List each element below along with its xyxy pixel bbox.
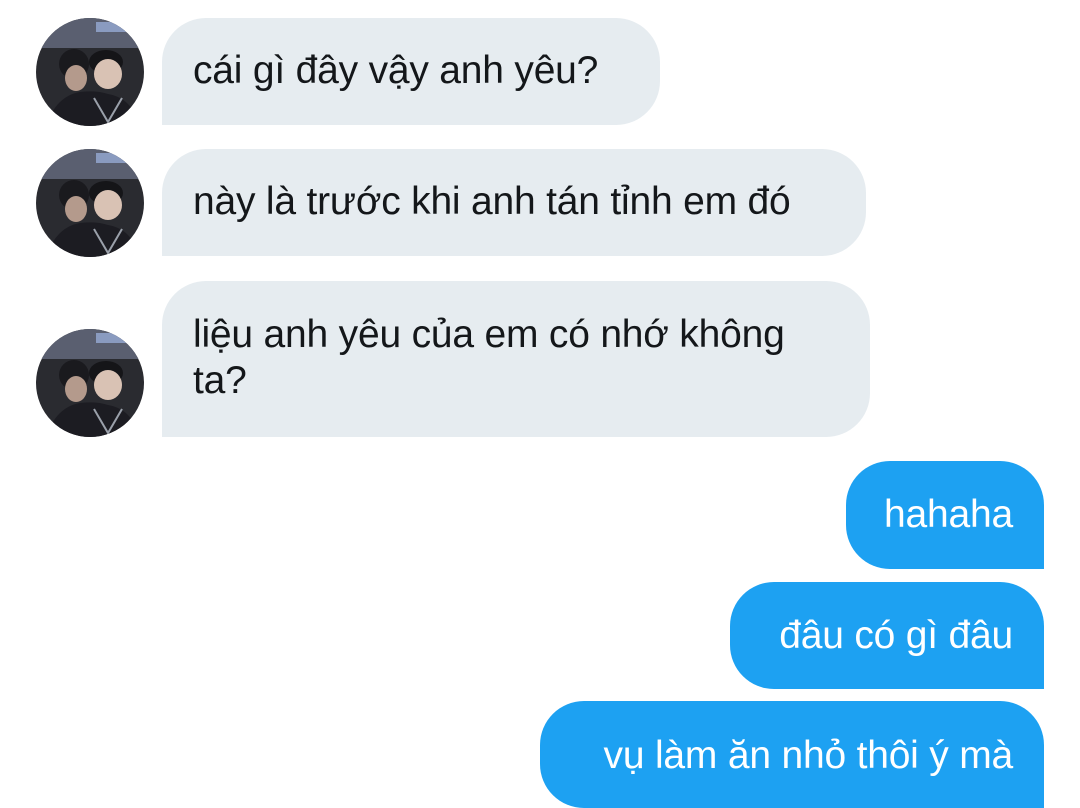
avatar-photo-icon xyxy=(36,18,144,126)
avatar-photo-icon xyxy=(36,149,144,257)
contact-avatar[interactable] xyxy=(36,18,144,126)
message-text: vụ làm ăn nhỏ thôi ý mà xyxy=(603,734,1014,777)
avatar-photo-icon xyxy=(36,329,144,437)
outgoing-message-bubble[interactable]: vụ làm ăn nhỏ thôi ý mà xyxy=(540,701,1044,808)
contact-avatar[interactable] xyxy=(36,329,144,437)
contact-avatar[interactable] xyxy=(36,149,144,257)
message-text: cái gì đây vậy anh yêu? xyxy=(193,49,599,92)
message-text: đâu có gì đâu xyxy=(779,614,1013,657)
message-text: hahaha xyxy=(884,493,1013,536)
message-thread: cái gì đây vậy anh yêu? này là trước khi… xyxy=(0,0,1080,808)
message-text: này là trước khi anh tán tỉnh em đó xyxy=(193,180,791,223)
message-text: liệu anh yêu của em có nhớ không ta? xyxy=(193,313,785,402)
incoming-message-bubble[interactable]: này là trước khi anh tán tỉnh em đó xyxy=(162,149,866,256)
incoming-message-bubble[interactable]: cái gì đây vậy anh yêu? xyxy=(162,18,660,125)
outgoing-message-bubble[interactable]: hahaha xyxy=(846,461,1044,569)
incoming-message-bubble[interactable]: liệu anh yêu của em có nhớ không ta? xyxy=(162,281,870,437)
outgoing-message-bubble[interactable]: đâu có gì đâu xyxy=(730,582,1044,689)
